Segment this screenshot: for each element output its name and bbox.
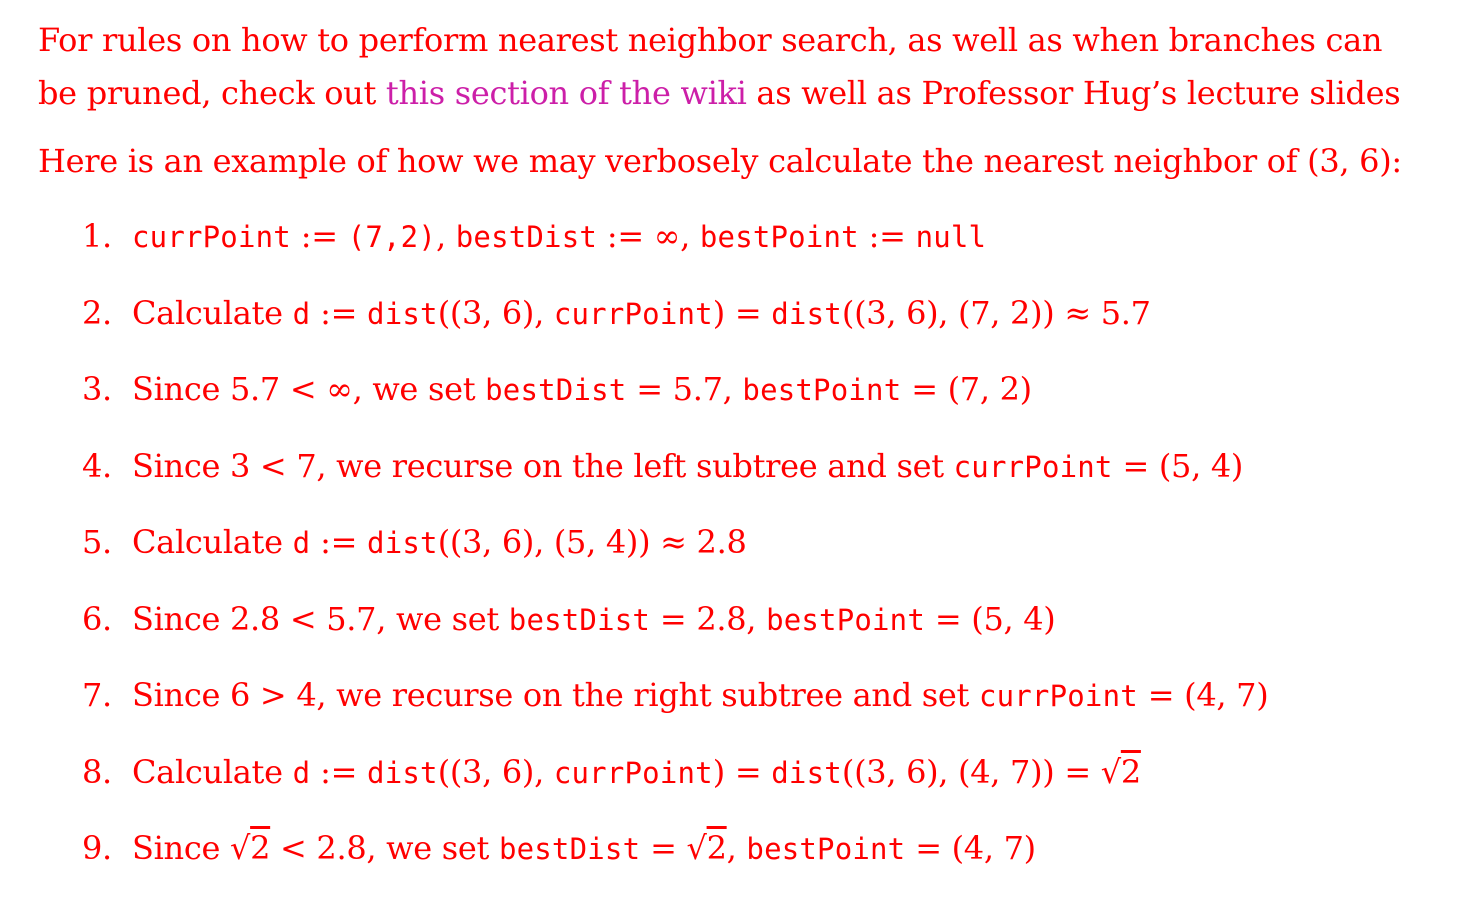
step-text-run: := <box>290 217 348 255</box>
step-item: 6. Since 2.8 < 5.7, we set bestDist = 2.8… <box>38 596 1428 642</box>
step-text: Since 6 > 4, we recurse on the right sub… <box>132 672 1269 719</box>
code-term: bestDist <box>508 602 651 637</box>
step-item: 9. Since √2 < 2.8, we set bestDist = √2, … <box>38 825 1428 871</box>
step-text-run: , <box>436 217 456 255</box>
code-term: d <box>292 526 311 560</box>
steps-list: 1. currPoint := (7,2), bestDist := ∞, bes… <box>38 213 1428 871</box>
code-term: currPoint <box>953 449 1113 484</box>
step-item: 7. Since 6 > 4, we recurse on the right s… <box>38 672 1428 718</box>
code-term: currPoint <box>978 679 1138 713</box>
example-intro: Here is an example of how we may verbose… <box>38 142 1402 180</box>
code-term: currPoint <box>553 755 713 790</box>
code-term: bestDist <box>455 220 598 254</box>
code-term: d <box>292 755 311 790</box>
sqrt-radicand: 2 <box>250 829 271 867</box>
step-text-run: := <box>310 293 368 332</box>
step-text: Calculate d := dist((3, 6), currPoint) =… <box>132 749 1141 796</box>
step-text-run: := <box>310 752 368 791</box>
step-number: 6. <box>82 599 112 638</box>
step-text-run: Since 2.8 < 5.7, we set <box>132 599 509 638</box>
step-text-run: ((3, 6), (4, 7)) = <box>841 752 1101 791</box>
sqrt-expression: √2 <box>687 829 727 867</box>
step-item: 3. Since 5.7 < ∞, we set bestDist = 5.7, … <box>38 366 1428 412</box>
step-text-run: = <box>640 829 687 867</box>
step-text-run: Since 6 > 4, we recurse on the right sub… <box>132 676 979 714</box>
step-text-run: < 2.8, we set <box>270 829 499 867</box>
step-text-run: = (7, 2) <box>901 370 1032 408</box>
step-number: 1. <box>82 217 112 255</box>
step-text-run: = 5.7, <box>626 370 743 408</box>
sqrt-expression: √2 <box>1101 753 1141 791</box>
step-item: 1. currPoint := (7,2), bestDist := ∞, bes… <box>38 213 1428 259</box>
step-text-run: ((3, 6), <box>437 752 554 791</box>
step-number: 9. <box>82 829 112 867</box>
step-text-run: , <box>726 829 747 867</box>
intro-paragraph: For rules on how to perform nearest neig… <box>38 14 1428 120</box>
sqrt-expression: √2 <box>230 829 270 867</box>
step-text-run: Calculate <box>132 293 293 332</box>
code-term: bestDist <box>485 373 627 407</box>
step-text-run: ) = <box>712 293 772 332</box>
step-text-run: = (4, 7) <box>905 829 1036 867</box>
sqrt-symbol: √ <box>230 829 251 867</box>
step-text: Since 5.7 < ∞, we set bestDist = 5.7, be… <box>132 366 1032 413</box>
code-term: d <box>292 296 311 331</box>
code-term: currPoint <box>553 296 713 331</box>
step-text-run: := <box>310 523 368 561</box>
step-number: 5. <box>82 523 112 561</box>
step-text-run: = 2.8, <box>650 599 767 638</box>
step-number: 4. <box>82 446 112 485</box>
step-text-run: Since 5.7 < ∞, we set <box>132 370 486 408</box>
sqrt-symbol: √ <box>686 829 707 867</box>
code-term: (7,2) <box>347 220 436 254</box>
step-text-run: = (5, 4) <box>925 599 1056 638</box>
step-text-run: Calculate <box>132 523 293 561</box>
code-term: dist <box>367 755 438 790</box>
step-text-run: := ∞, <box>597 217 700 255</box>
sqrt-radicand: 2 <box>1120 752 1141 791</box>
step-text-run: Since <box>132 829 230 867</box>
step-text: Since √2 < 2.8, we set bestDist = √2, be… <box>132 825 1036 872</box>
code-term: currPoint <box>132 220 291 254</box>
code-term: bestDist <box>498 832 641 866</box>
step-text-run: ) = <box>712 752 772 791</box>
step-text: Calculate d := dist((3, 6), (5, 4)) ≈ 2.… <box>132 519 747 566</box>
step-text: currPoint := (7,2), bestDist := ∞, bestP… <box>132 213 986 260</box>
code-term: bestPoint <box>766 602 925 637</box>
step-text: Since 2.8 < 5.7, we set bestDist = 2.8, … <box>132 596 1056 643</box>
step-text-run: = (4, 7) <box>1137 676 1269 714</box>
step-text-run: Calculate <box>132 752 293 791</box>
step-number: 8. <box>82 752 112 791</box>
step-item: 2. Calculate d := dist((3, 6), currPoint)… <box>38 290 1428 336</box>
code-term: bestPoint <box>742 373 902 407</box>
code-term: bestPoint <box>746 832 906 866</box>
step-item: 4. Since 3 < 7, we recurse on the left su… <box>38 443 1428 489</box>
code-term: dist <box>367 296 438 331</box>
step-text-run: ((3, 6), (7, 2)) ≈ 5.7 <box>841 293 1151 332</box>
step-number: 2. <box>82 293 112 332</box>
step-item: 8. Calculate d := dist((3, 6), currPoint)… <box>38 749 1428 795</box>
sqrt-symbol: √ <box>1100 752 1121 791</box>
code-term: null <box>915 220 987 254</box>
document-page: For rules on how to perform nearest neig… <box>38 14 1428 902</box>
wiki-section-link[interactable]: this section of the wiki <box>386 74 747 112</box>
code-term: dist <box>771 296 842 331</box>
code-term: dist <box>367 526 438 560</box>
step-text-run: ((3, 6), <box>437 293 554 332</box>
step-item: 5. Calculate d := dist((3, 6), (5, 4)) ≈ … <box>38 519 1428 565</box>
intro-text-2: as well as Professor Hug’s lecture slide… <box>746 74 1401 112</box>
step-text-run: Since 3 < 7, we recurse on the left subt… <box>132 446 954 485</box>
step-number: 3. <box>82 370 112 408</box>
code-term: dist <box>771 755 842 790</box>
step-text: Since 3 < 7, we recurse on the left subt… <box>132 443 1243 490</box>
sqrt-radicand: 2 <box>706 829 727 867</box>
code-term: bestPoint <box>699 220 859 254</box>
step-text-run: := <box>858 217 916 255</box>
step-text-run: ((3, 6), (5, 4)) ≈ 2.8 <box>437 523 747 561</box>
step-number: 7. <box>82 676 112 714</box>
step-text-run: = (5, 4) <box>1112 446 1244 485</box>
step-text: Calculate d := dist((3, 6), currPoint) =… <box>132 290 1151 337</box>
